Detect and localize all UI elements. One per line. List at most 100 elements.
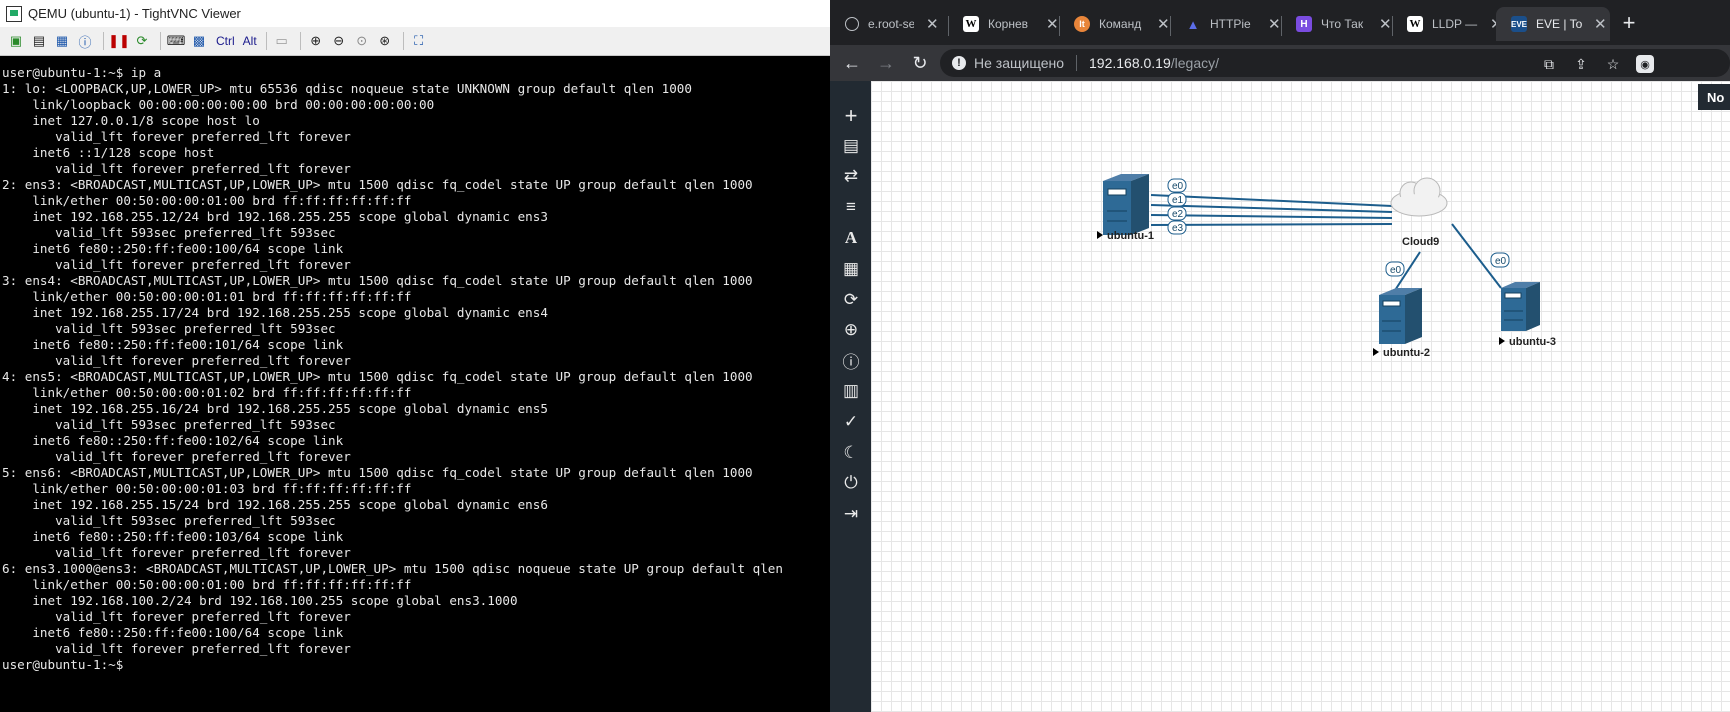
zoom-fit-icon[interactable]: ⊛ (375, 31, 395, 51)
terminal-line: inet6 fe80::250:ff:fe00:103/64 scope lin… (2, 529, 344, 544)
url-host[interactable]: 192.168.0.19 (1089, 55, 1171, 71)
browser-tab[interactable]: ▲ HTTPie ✕ (1170, 7, 1281, 41)
terminal-line: 6: ens3.1000@ens3: <BROADCAST,MULTICAST,… (2, 561, 783, 576)
startup-configs-icon[interactable]: ≡ (836, 194, 866, 220)
port-badge-e2[interactable]: e2 (1167, 206, 1187, 221)
close-tab-icon[interactable]: ✕ (1594, 15, 1607, 33)
browser-tab[interactable]: W LLDP — ✕ (1392, 7, 1503, 41)
browser-tab[interactable]: H Что Так ✕ (1281, 7, 1392, 41)
port-badge-e0[interactable]: e0 (1167, 178, 1187, 193)
terminal-line: 1: lo: <LOOPBACK,UP,LOWER_UP> mtu 65536 … (2, 81, 692, 96)
node-label-ubuntu-1[interactable]: ubuntu-1 (1107, 230, 1154, 242)
refresh-icon[interactable]: ⟳ (132, 31, 152, 51)
toolbar-divider (299, 32, 301, 50)
browser-tab[interactable]: W Корнев ✕ (948, 7, 1059, 41)
text-object-icon[interactable]: A (836, 225, 866, 251)
port-badge-ubuntu-2-e0[interactable]: e0 (1385, 261, 1405, 277)
close-tab-icon[interactable]: ✕ (1379, 15, 1392, 33)
topology-canvas[interactable]: ubuntu-1 e0 e1 e2 e3 Cloud9 e0 e0 ubuntu… (871, 81, 1730, 712)
extension-icon[interactable]: ◉ (1636, 55, 1654, 73)
node-label-ubuntu-2[interactable]: ubuntu-2 (1383, 347, 1430, 359)
port-badge-ubuntu-3-e0[interactable]: e0 (1490, 252, 1510, 268)
ubuntu-1-server-icon[interactable] (1103, 174, 1149, 235)
security-status[interactable]: Не защищено (974, 55, 1064, 71)
refresh-topology-icon[interactable]: ⟳ (836, 287, 866, 313)
link-e0[interactable] (1150, 194, 1393, 207)
cloud-icon[interactable] (1390, 177, 1448, 217)
close-tab-icon[interactable]: ✕ (1046, 15, 1059, 33)
port-badge-e3[interactable]: e3 (1167, 220, 1187, 235)
link-e2[interactable] (1150, 214, 1393, 219)
url-path[interactable]: /legacy/ (1171, 55, 1219, 71)
lab-details-icon[interactable]: ▥ (836, 378, 866, 404)
power-icon[interactable]: ⏻ (836, 470, 866, 496)
node-label-ubuntu-3[interactable]: ubuntu-3 (1509, 336, 1556, 348)
zoom-100-icon[interactable]: ⊙ (352, 31, 372, 51)
close-tab-icon[interactable]: ✕ (926, 15, 939, 33)
grid-icon[interactable]: ▦ (836, 256, 866, 282)
pause-icon[interactable]: ❚❚ (108, 31, 130, 51)
fullscreen-icon[interactable]: ⛶ (409, 31, 429, 51)
browser-tab[interactable]: e.root-se ✕ (830, 7, 948, 41)
reload-icon[interactable]: ↻ (906, 49, 934, 77)
clipboard-icon[interactable]: ▭ (272, 31, 292, 51)
dark-mode-moon-icon[interactable]: ☾ (836, 440, 866, 466)
nodes-icon[interactable]: ▤ (836, 133, 866, 159)
play-triangle-icon[interactable] (1499, 337, 1505, 345)
back-arrow-icon[interactable]: ← (838, 49, 866, 77)
new-tab-button[interactable]: + (1616, 10, 1642, 36)
tab-title: HTTPie (1210, 17, 1251, 31)
globe-icon (845, 17, 859, 31)
options-icon[interactable]: ▦ (52, 31, 72, 51)
lt-icon: lt (1074, 16, 1090, 32)
address-bar[interactable]: ! Не защищено 192.168.0.19/legacy/ ⧉ ⇪ ☆… (940, 49, 1730, 77)
terminal-output[interactable]: user@ubuntu-1:~$ ip a 1: lo: <LOOPBACK,UP… (0, 57, 830, 712)
terminal-line: 3: ens4: <BROADCAST,MULTICAST,UP,LOWER_U… (2, 273, 753, 288)
info-icon[interactable]: ⓘ (836, 347, 866, 373)
ubuntu-3-server-icon[interactable] (1501, 282, 1540, 331)
ctrl-alt-del-icon[interactable]: ⌨ (166, 31, 186, 51)
networks-icon[interactable]: ⇄ (836, 163, 866, 189)
terminal-line: valid_lft 593sec preferred_lft 593sec (2, 321, 336, 336)
omnibox-divider (1076, 55, 1077, 71)
terminal-line: valid_lft forever preferred_lft forever (2, 449, 351, 464)
zoom-in-icon[interactable]: ⊕ (306, 31, 326, 51)
browser-toolbar: ← → ↻ ! Не защищено 192.168.0.19/legacy/… (830, 45, 1730, 81)
eve-icon: EVE (1511, 16, 1527, 32)
link-e1[interactable] (1150, 204, 1393, 213)
terminal-line: link/ether 00:50:00:00:01:02 brd ff:ff:f… (2, 385, 412, 400)
translate-icon[interactable]: ⧉ (1540, 55, 1558, 73)
info-icon[interactable]: ⓘ (75, 31, 95, 51)
terminal-line: 4: ens5: <BROADCAST,MULTICAST,UP,LOWER_U… (2, 369, 753, 384)
notification-badge[interactable]: No (1698, 84, 1730, 110)
ctrl-esc-icon[interactable]: ▩ (189, 31, 209, 51)
warning-icon[interactable]: ! (952, 56, 966, 70)
topology-diagram: ubuntu-1 e0 e1 e2 e3 Cloud9 e0 e0 ubuntu… (1097, 174, 1556, 359)
checkmark-icon[interactable]: ✓ (836, 409, 866, 435)
ubuntu-2-server-icon[interactable] (1379, 288, 1422, 344)
alt-key-button[interactable]: Alt (243, 34, 257, 48)
node-label-cloud9[interactable]: Cloud9 (1402, 236, 1439, 248)
terminal-line: valid_lft forever preferred_lft forever (2, 641, 351, 656)
save-icon[interactable]: ▤ (29, 31, 49, 51)
new-connection-icon[interactable]: ▣ (6, 31, 26, 51)
add-object-icon[interactable]: + (836, 103, 866, 129)
close-tab-icon[interactable]: ✕ (1268, 15, 1281, 33)
h-icon: H (1296, 16, 1312, 32)
browser-tab[interactable]: lt Команд ✕ (1059, 7, 1170, 41)
zoom-out-icon[interactable]: ⊖ (329, 31, 349, 51)
port-badge-e1[interactable]: e1 (1167, 192, 1187, 207)
ctrl-key-button[interactable]: Ctrl (216, 34, 235, 48)
link-e3[interactable] (1150, 223, 1393, 226)
terminal-line: inet 127.0.0.1/8 scope host lo (2, 113, 260, 128)
close-tab-icon[interactable]: ✕ (1157, 15, 1170, 33)
browser-tab-active[interactable]: EVE EVE | To ✕ (1496, 7, 1610, 41)
wikipedia-icon: W (1407, 16, 1423, 32)
forward-arrow-icon[interactable]: → (872, 49, 900, 77)
share-icon[interactable]: ⇪ (1572, 55, 1590, 73)
play-triangle-icon[interactable] (1097, 231, 1103, 239)
logout-icon[interactable]: ⇥ (836, 501, 866, 527)
play-triangle-icon[interactable] (1373, 348, 1379, 356)
bookmark-star-icon[interactable]: ☆ (1604, 55, 1622, 73)
zoom-icon[interactable]: ⊕ (836, 317, 866, 343)
